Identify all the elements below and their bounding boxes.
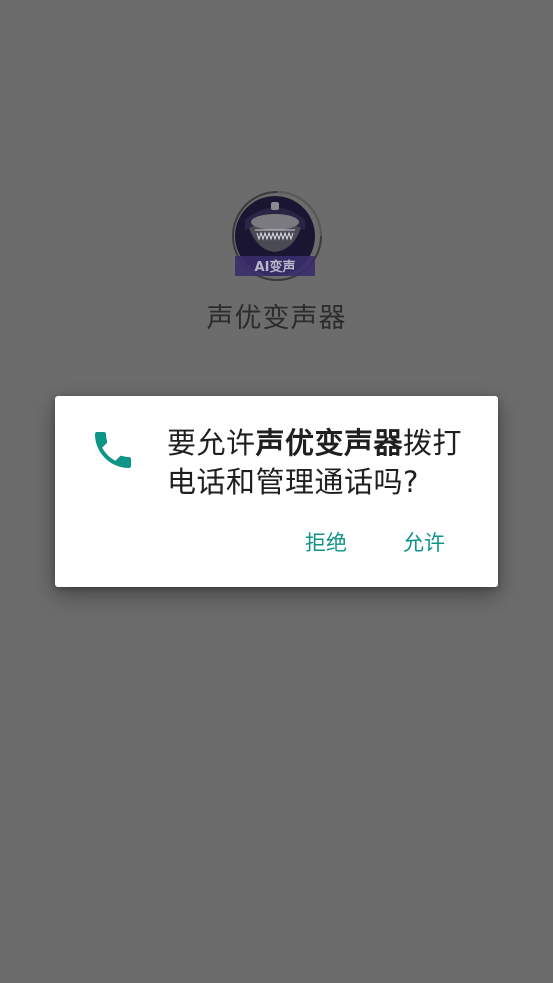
deny-button[interactable]: 拒绝 [301,526,351,560]
dialog-message: 要允许声优变声器拨打电话和管理通话吗? [167,424,485,502]
dialog-message-app: 声优变声器 [255,426,404,460]
logo-badge-text: AI变声 [255,259,296,275]
permission-dialog: 要允许声优变声器拨打电话和管理通话吗? 拒绝 允许 [55,396,498,587]
app-logo-icon: AI变声 [232,191,322,281]
phone-icon [95,432,131,468]
app-name: 声优变声器 [206,303,347,334]
dialog-message-prefix: 要允许 [167,426,256,460]
allow-button[interactable]: 允许 [399,526,449,560]
